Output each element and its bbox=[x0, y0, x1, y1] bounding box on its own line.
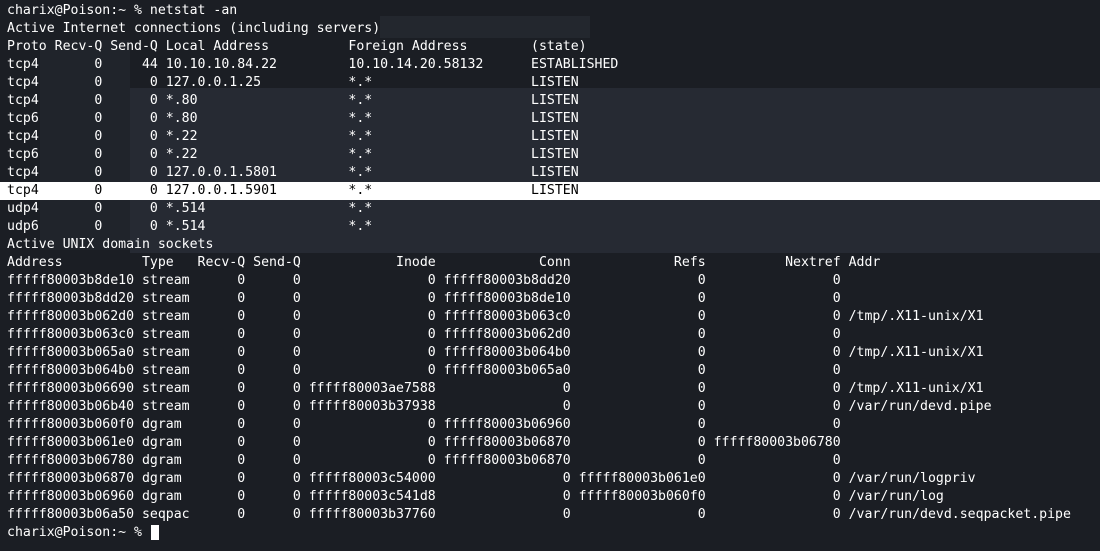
highlighted-output-line: tcp4 0 0 127.0.0.1.5901 *.* LISTEN bbox=[0, 182, 1100, 200]
output-line: tcp4 0 0 127.0.0.1.25 *.* LISTEN bbox=[7, 75, 579, 90]
output-line: fffff80003b06960 dgram 0 0 fffff80003c54… bbox=[7, 489, 944, 504]
output-line: udp4 0 0 *.514 *.* bbox=[7, 201, 373, 216]
output-line: tcp4 0 0 *.80 *.* LISTEN bbox=[7, 93, 579, 108]
command-line: charix@Poison:~ % netstat -an bbox=[7, 3, 238, 18]
output-line: fffff80003b06690 stream 0 0 fffff80003ae… bbox=[7, 381, 984, 396]
output-line: Address Type Recv-Q Send-Q Inode Conn Re… bbox=[7, 255, 881, 270]
output-line: tcp6 0 0 *.80 *.* LISTEN bbox=[7, 111, 579, 126]
output-line: Active Internet connections (including s… bbox=[7, 21, 381, 36]
output-line: fffff80003b06780 dgram 0 0 0 fffff80003b… bbox=[7, 453, 841, 468]
output-line: Active UNIX domain sockets bbox=[7, 237, 214, 252]
output-line: fffff80003b06b40 stream 0 0 fffff80003b3… bbox=[7, 399, 992, 414]
prompt-line[interactable]: charix@Poison:~ % bbox=[7, 524, 1100, 542]
prompt-text: charix@Poison:~ % bbox=[7, 525, 150, 540]
output-line: Proto Recv-Q Send-Q Local Address Foreig… bbox=[7, 39, 587, 54]
output-line: fffff80003b06a50 seqpac 0 0 fffff80003b3… bbox=[7, 507, 1071, 522]
output-line: fffff80003b8dd20 stream 0 0 0 fffff80003… bbox=[7, 291, 841, 306]
output-line: fffff80003b061e0 dgram 0 0 0 fffff80003b… bbox=[7, 435, 841, 450]
output-line: tcp4 0 0 *.22 *.* LISTEN bbox=[7, 129, 579, 144]
output-line: tcp4 0 0 127.0.0.1.5801 *.* LISTEN bbox=[7, 165, 579, 180]
output-line: fffff80003b064b0 stream 0 0 0 fffff80003… bbox=[7, 363, 841, 378]
terminal-output: charix@Poison:~ % netstat -an Active Inte… bbox=[0, 2, 1100, 542]
output-line: tcp4 0 44 10.10.10.84.22 10.10.14.20.581… bbox=[7, 57, 619, 72]
output-line: fffff80003b060f0 dgram 0 0 0 fffff80003b… bbox=[7, 417, 841, 432]
text-cursor bbox=[150, 524, 159, 540]
output-line: fffff80003b065a0 stream 0 0 0 fffff80003… bbox=[7, 345, 984, 360]
output-line: fffff80003b8de10 stream 0 0 0 fffff80003… bbox=[7, 273, 841, 288]
output-line: tcp6 0 0 *.22 *.* LISTEN bbox=[7, 147, 579, 162]
output-line: fffff80003b063c0 stream 0 0 0 fffff80003… bbox=[7, 327, 841, 342]
output-line: udp6 0 0 *.514 *.* bbox=[7, 219, 373, 234]
output-line: fffff80003b062d0 stream 0 0 0 fffff80003… bbox=[7, 309, 984, 324]
output-line: fffff80003b06870 dgram 0 0 fffff80003c54… bbox=[7, 471, 976, 486]
terminal-window[interactable]: charix@Poison:~ % netstat -an Active Inte… bbox=[0, 0, 1100, 551]
